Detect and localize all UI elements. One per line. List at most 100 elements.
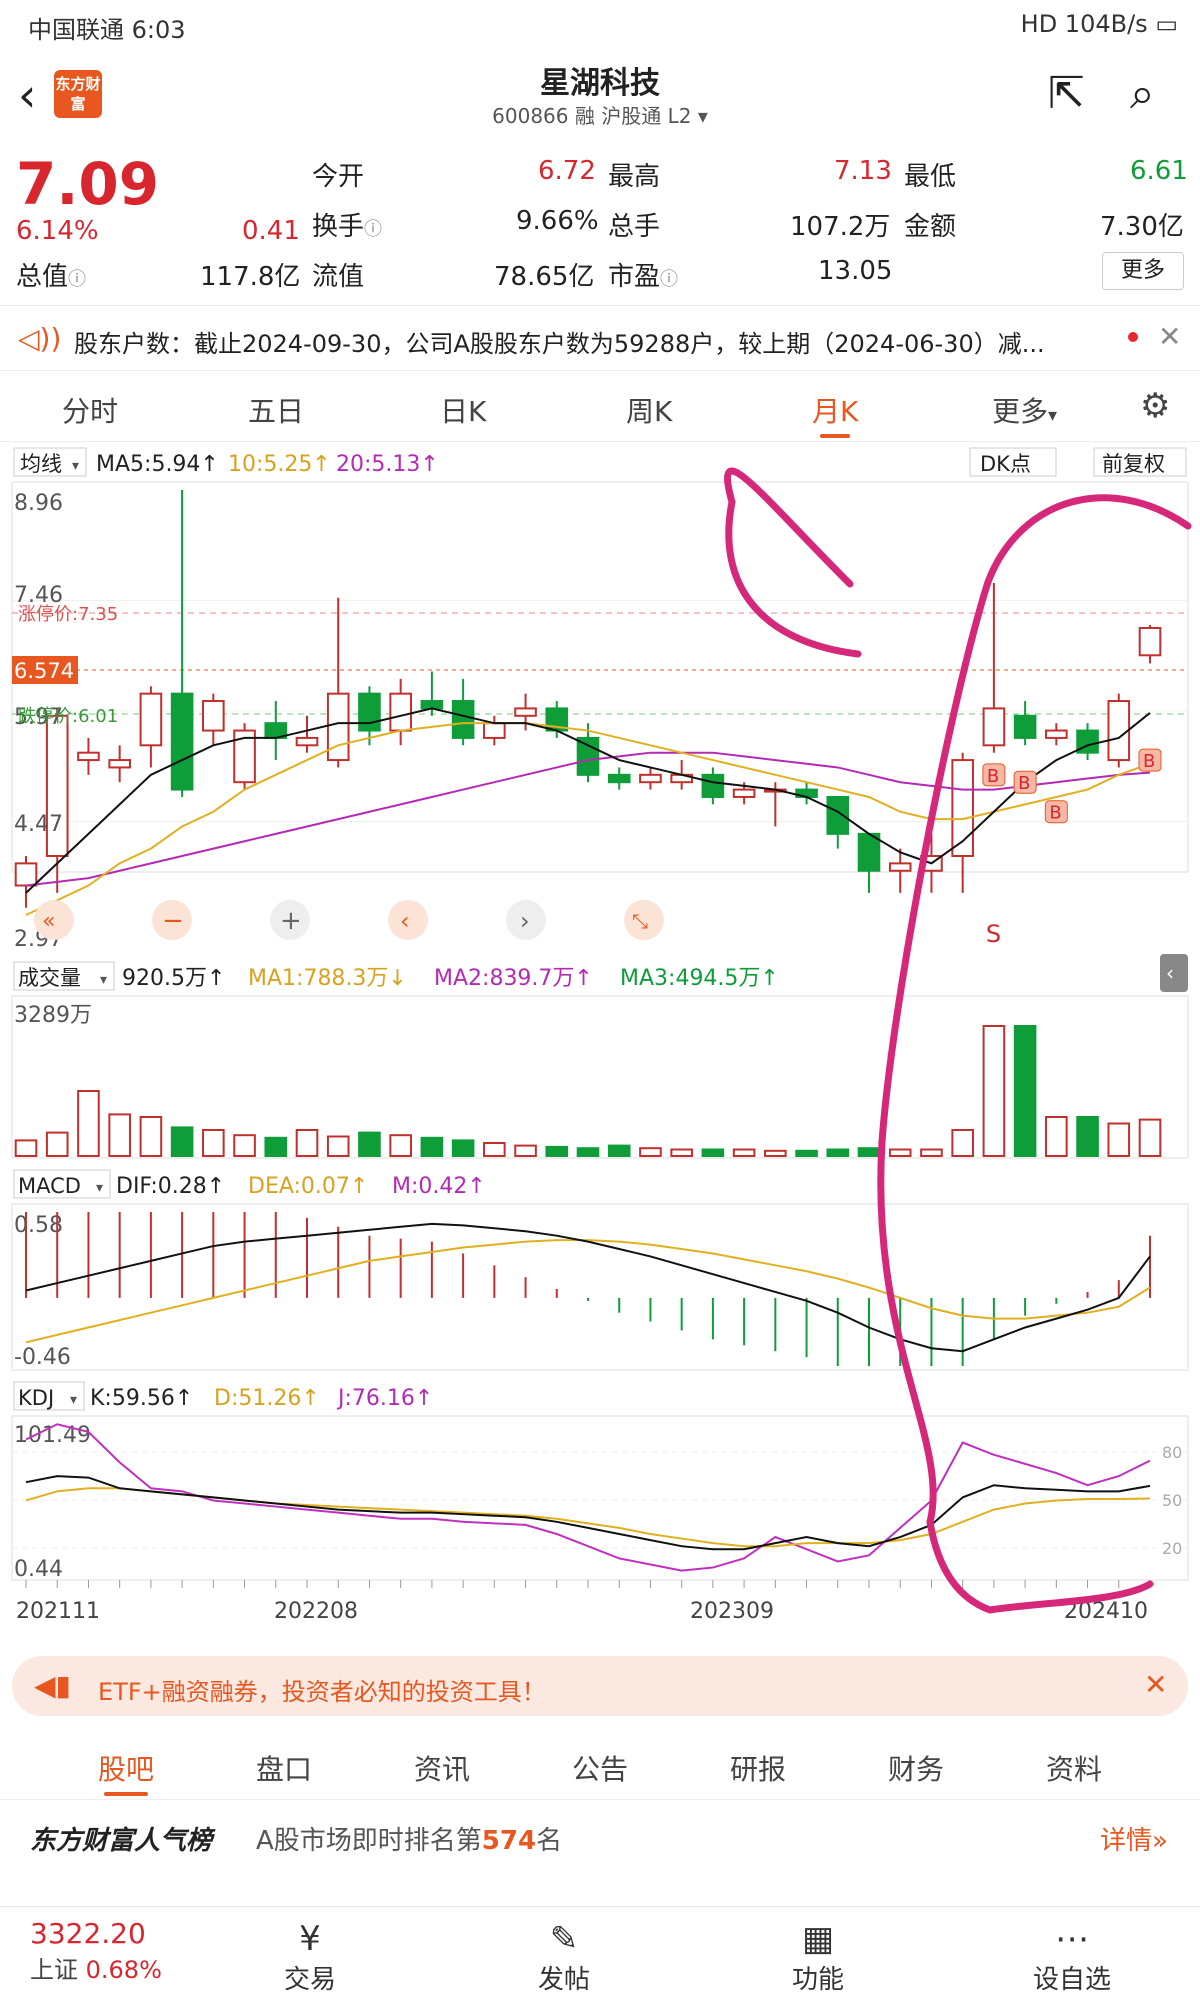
candle-body: [1138, 626, 1162, 657]
turnover-label[interactable]: 换手ⓘ: [312, 206, 382, 243]
candle-body: [451, 700, 475, 739]
close-icon[interactable]: ✕: [1144, 1668, 1167, 1701]
trade-button[interactable]: ¥ 交易: [250, 1919, 370, 1996]
tab-announcements[interactable]: 公告: [572, 1748, 628, 1788]
rank-detail-link[interactable]: 详情»: [1100, 1820, 1168, 1857]
last-price: 7.09: [16, 150, 160, 218]
high-value: 7.13: [834, 156, 892, 186]
candle-body: [732, 788, 756, 798]
volume-axis-top: 3289万: [14, 1003, 92, 1028]
info-icon: ⓘ: [364, 219, 383, 240]
expand-icon: ⤡: [632, 909, 648, 933]
tab-more[interactable]: 更多▾: [992, 390, 1057, 430]
candle-body: [1013, 714, 1037, 739]
chevron-left-icon: ‹: [400, 907, 410, 935]
tab-news[interactable]: 资讯: [414, 1748, 470, 1788]
candle-body: [14, 862, 38, 887]
rank-detail-label: 详情: [1100, 1826, 1153, 1856]
ma-legend: 均线 ▾ MA5:5.94↑ 10:5.25↑ 20:5.13↑ DK点 前复权: [13, 447, 1187, 477]
kdj-d-line: [25, 1487, 1151, 1548]
volume-bar: [483, 1142, 506, 1157]
limit-up-label: 涨停价:7.35: [18, 604, 118, 625]
tab-weekly-k[interactable]: 周K: [626, 390, 672, 430]
pct-change: 6.14%: [16, 216, 99, 246]
macd-m: M:0.42↑: [392, 1174, 486, 1199]
kline-chart-area[interactable]: 均线 ▾ MA5:5.94↑ 10:5.25↑ 20:5.13↑ DK点 前复权…: [0, 442, 1200, 1642]
chevron-down-icon: ▾: [96, 1180, 103, 1196]
search-icon[interactable]: ⌕: [1130, 68, 1155, 119]
volume-bar: [170, 1126, 194, 1158]
kdj-k: K:59.56↑: [90, 1386, 193, 1411]
tab-five-day[interactable]: 五日: [248, 390, 304, 430]
volume-label: 成交量: [18, 966, 81, 990]
volume-bar: [576, 1147, 600, 1158]
volume-bar: [857, 1147, 881, 1158]
candle-body: [202, 700, 225, 732]
tab-guba[interactable]: 股吧: [98, 1748, 154, 1796]
volume-bar: [139, 1116, 163, 1157]
index-pct: 0.68%: [85, 1956, 162, 1984]
turnover-value: 9.66%: [516, 206, 599, 236]
candle-body: [982, 707, 1006, 747]
quote-more-button[interactable]: 更多: [1102, 252, 1184, 290]
tab-intraday[interactable]: 分时: [62, 390, 118, 430]
shareholder-notice[interactable]: ◁)) 股东户数：截止2024-09-30，公司A股股东户数为59288户，较上…: [0, 305, 1200, 371]
dk-point-label: DK点: [980, 452, 1031, 476]
candle-body: [826, 795, 850, 835]
function-label: 功能: [791, 1965, 844, 1995]
dea-line: [25, 1239, 1151, 1344]
adjust-label: 前复权: [1102, 452, 1165, 476]
volume-bar: [420, 1136, 444, 1157]
macd-bars: [25, 1212, 1151, 1366]
candle-body: [701, 773, 725, 798]
post-label: 发帖: [537, 1965, 590, 1995]
kline-svg[interactable]: 均线 ▾ MA5:5.94↑ 10:5.25↑ 20:5.13↑ DK点 前复权…: [0, 442, 1200, 1642]
volume-bar: [451, 1139, 475, 1158]
low-value: 6.61: [1130, 156, 1188, 186]
tab-finance[interactable]: 财务: [888, 1748, 944, 1788]
collapse-panel-button[interactable]: [1160, 954, 1188, 992]
chevron-down-icon: ▾: [100, 972, 107, 988]
post-button[interactable]: ✎ 发帖: [504, 1919, 624, 1996]
date-label-0: 202111: [16, 1599, 100, 1624]
close-icon[interactable]: ✕: [1158, 320, 1181, 353]
open-value: 6.72: [538, 156, 596, 186]
float-value: 78.65亿: [494, 262, 595, 292]
volume-bar: [826, 1148, 850, 1157]
tab-profile[interactable]: 资料: [1046, 1748, 1102, 1788]
candle-body: [514, 707, 537, 717]
volume-bar: [1138, 1118, 1162, 1157]
more-dots-icon: ⋯: [1055, 1919, 1089, 1959]
stock-title: 星湖科技: [540, 66, 660, 101]
status-indicators: HD 104B/s ▭: [1021, 10, 1178, 38]
open-label: 今开: [312, 162, 365, 192]
watchlist-button[interactable]: ⋯ 设自选: [1012, 1919, 1132, 1996]
turnover-label-text: 换手: [312, 212, 365, 242]
candle-body: [108, 759, 131, 769]
high-label: 最高: [608, 162, 661, 192]
volume-bar: [1013, 1025, 1037, 1157]
volume-bar: [920, 1148, 943, 1157]
volume-bar: [358, 1131, 381, 1157]
tab-monthly-k[interactable]: 月K: [812, 390, 858, 438]
function-button[interactable]: ▦ 功能: [758, 1919, 878, 1996]
cap-label[interactable]: 总值ⓘ: [16, 256, 86, 293]
pe-label[interactable]: 市盈ⓘ: [608, 256, 678, 293]
share-icon[interactable]: ⇱: [1048, 68, 1085, 119]
settings-gear-icon[interactable]: ⚙: [1140, 386, 1170, 426]
tab-research[interactable]: 研报: [730, 1748, 786, 1788]
volume-bar: [14, 1139, 38, 1158]
stock-code-line[interactable]: 600866 融 沪股通 L2 ▾: [0, 100, 1200, 129]
chevron-down-icon: ▾: [1048, 405, 1058, 426]
index-ticker[interactable]: 3322.20 上证 0.68%: [30, 1917, 162, 1985]
tab-pankou[interactable]: 盘口: [256, 1748, 312, 1788]
volume-bar: [795, 1149, 818, 1157]
promo-banner[interactable]: ◀▮ ETF+融资融券，投资者必知的投资工具！ ✕: [12, 1656, 1188, 1716]
ma-type-label: 均线: [20, 452, 62, 476]
tab-daily-k[interactable]: 日K: [440, 390, 486, 430]
popularity-rank: 东方财富人气榜 A股市场即时排名第574名 详情»: [0, 1800, 1200, 1870]
macd-dea: DEA:0.07↑: [248, 1174, 368, 1199]
kdj-j: J:76.16↑: [336, 1386, 433, 1411]
ma10-value: 10:5.25↑: [228, 452, 331, 477]
edit-icon: ✎: [549, 1919, 579, 1959]
